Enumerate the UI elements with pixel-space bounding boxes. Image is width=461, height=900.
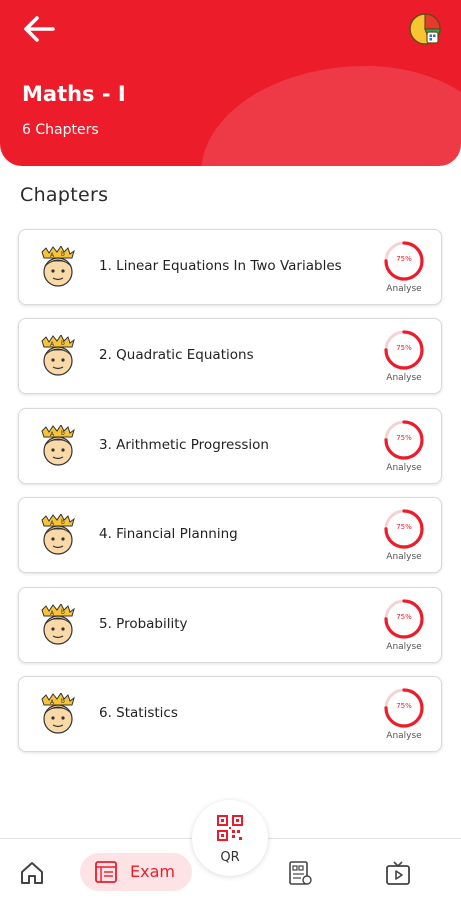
progress-percent: 75% [396, 612, 412, 621]
student-avatar-icon: Ab [41, 514, 75, 555]
chapter-title: 3. Arithmetic Progression [99, 436, 269, 453]
progress-percent: 75% [396, 344, 412, 353]
report-icon[interactable] [287, 859, 313, 887]
analyse-link[interactable]: Analyse [377, 284, 431, 294]
chapter-card[interactable]: Ab 4. Financial Planning 75% Analyse [18, 497, 442, 574]
analyse-link[interactable]: Analyse [377, 373, 431, 383]
qr-label: QR [220, 850, 240, 865]
progress-percent: 75% [396, 433, 412, 442]
analyse-link[interactable]: Analyse [377, 552, 431, 562]
svg-text:b: b [61, 609, 65, 616]
svg-text:b: b [61, 430, 65, 437]
svg-text:b: b [61, 698, 65, 705]
student-avatar-icon: Ab [41, 246, 75, 287]
chapter-title: 1. Linear Equations In Two Variables [99, 258, 342, 274]
student-avatar-icon: Ab [41, 424, 75, 466]
qr-scan-button[interactable]: QR [192, 800, 268, 876]
page-title: Maths - I [22, 82, 126, 106]
chapter-card[interactable]: Ab 5. Probability 75% Analyse [18, 586, 442, 663]
chapter-card[interactable]: Ab 2. Quadratic Equations 75% Analyse [18, 318, 442, 395]
analyse-link[interactable]: Analyse [377, 642, 431, 652]
chapter-title: 6. Statistics [99, 704, 178, 721]
video-icon[interactable] [384, 859, 412, 887]
student-avatar-icon: Ab [41, 335, 75, 376]
header: Maths - I 6 Chapters [0, 0, 461, 166]
chapter-card[interactable]: Ab 1. Linear Equations In Two Variables 75… [18, 229, 442, 305]
student-avatar-icon: Ab [41, 603, 75, 645]
qr-code-icon [217, 815, 243, 841]
chapter-title: 4. Financial Planning [99, 526, 238, 543]
exam-tab[interactable]: Exam [80, 853, 192, 891]
chapter-card[interactable]: Ab 6. Statistics 75% Analyse [18, 675, 442, 752]
exam-tab-label: Exam [130, 862, 175, 881]
svg-text:b: b [61, 340, 65, 347]
chapter-list: Ab 1. Linear Equations In Two Variables 75… [18, 229, 442, 765]
student-avatar-icon: Ab [41, 692, 75, 734]
progress-percent: 75% [396, 523, 412, 532]
analyse-link[interactable]: Analyse [377, 731, 431, 741]
exam-icon [95, 861, 117, 883]
home-icon[interactable] [18, 859, 46, 887]
back-arrow-icon[interactable] [22, 14, 56, 44]
section-title: Chapters [20, 184, 109, 206]
header-wave-decoration [201, 66, 461, 166]
chapter-title: 5. Probability [99, 615, 188, 632]
progress-percent: 75% [396, 701, 412, 710]
svg-text:b: b [61, 519, 65, 526]
progress-percent: 75% [396, 255, 412, 263]
chapter-card[interactable]: Ab 3. Arithmetic Progression 75% Analyse [18, 407, 442, 484]
chapter-title: 2. Quadratic Equations [99, 347, 254, 364]
app-logo-icon[interactable] [408, 12, 442, 46]
svg-text:b: b [61, 251, 65, 258]
analyse-link[interactable]: Analyse [377, 463, 431, 473]
chapter-count: 6 Chapters [22, 122, 99, 138]
